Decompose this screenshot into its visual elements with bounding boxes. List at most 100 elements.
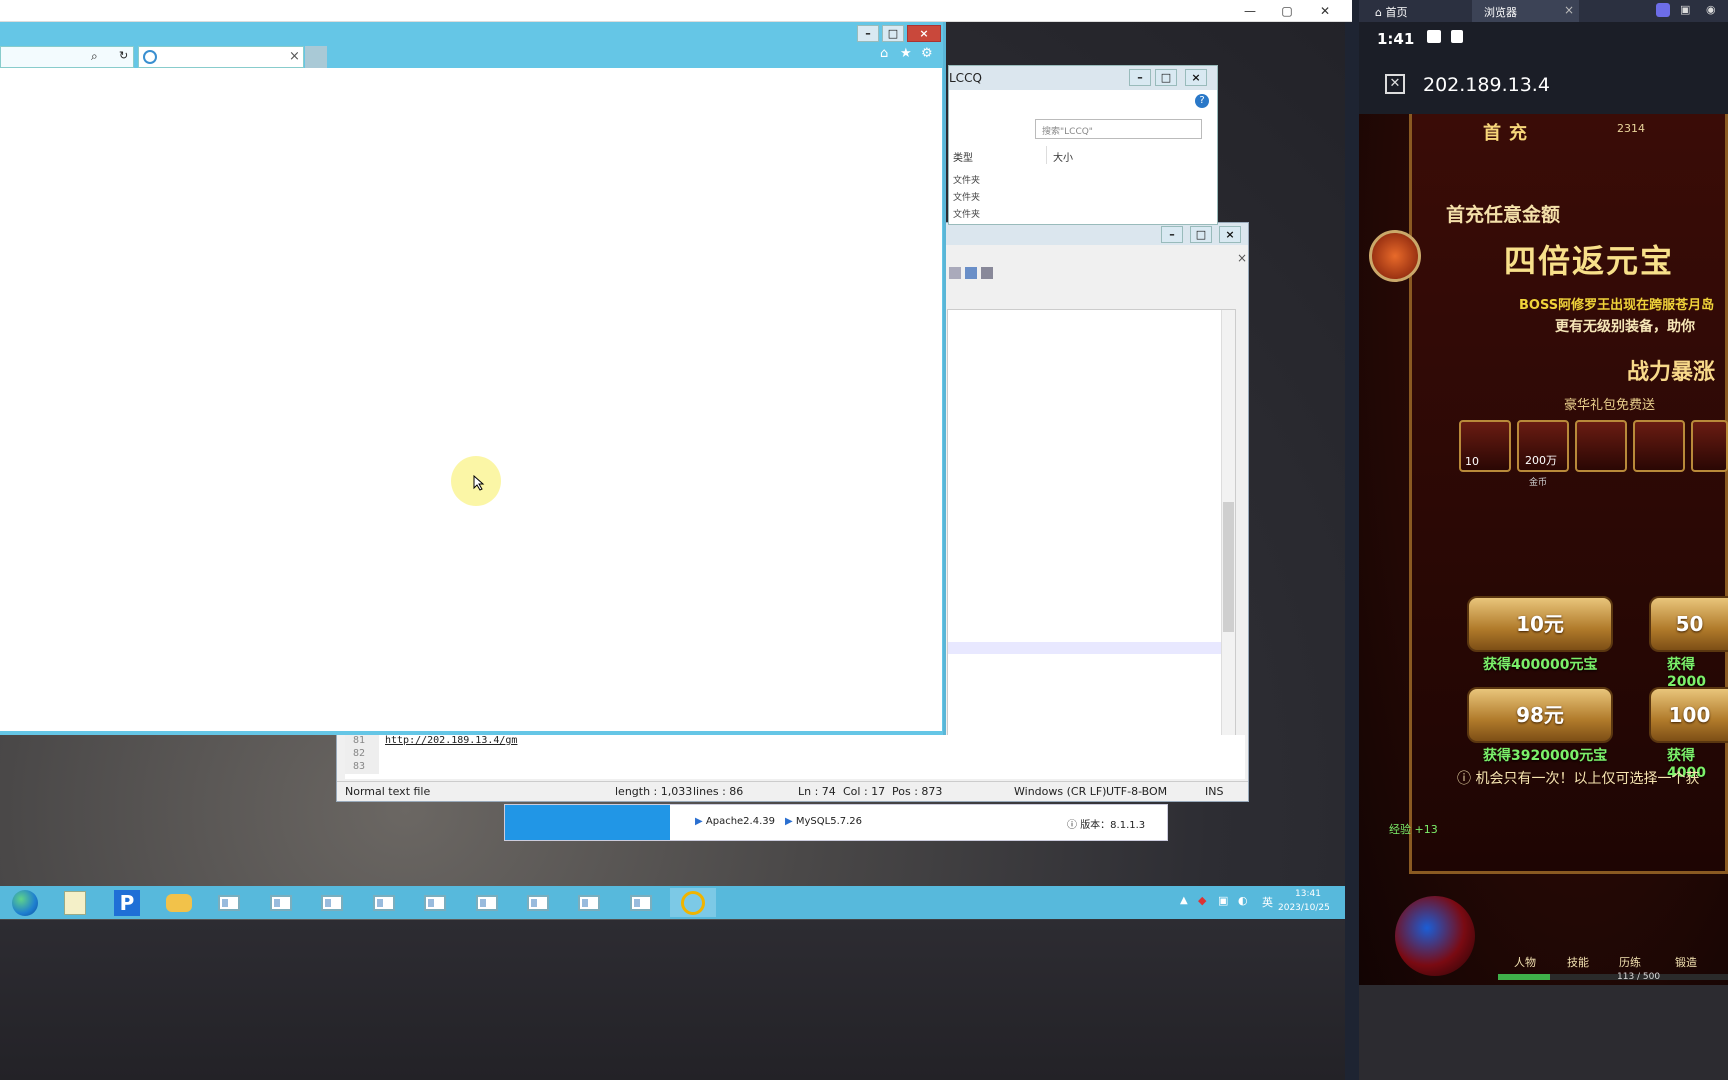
window-icon[interactable] <box>412 888 458 917</box>
gift-item[interactable]: 10 <box>1459 420 1511 472</box>
skill-character[interactable]: 人物 <box>1514 954 1536 970</box>
explorer-column-headers: 类型 大小 <box>949 146 1113 164</box>
editor-visible-lines: 81 http://202.189.13.4/gm 82 83 <box>345 735 1245 779</box>
ie-address-bar[interactable]: ⌕ ↻ <box>0 46 134 68</box>
ie-minimize-button[interactable]: – <box>857 25 879 42</box>
host-maximize-button[interactable]: ▢ <box>1274 2 1300 20</box>
list-item[interactable]: 文件夹 <box>953 173 980 190</box>
skill-skills[interactable]: 技能 <box>1567 954 1589 970</box>
host-minimize-button[interactable]: — <box>1237 2 1263 20</box>
editor-text-area[interactable] <box>947 309 1236 769</box>
ie-new-tab-button[interactable] <box>305 46 327 68</box>
explorer-close-button[interactable]: × <box>1185 69 1207 86</box>
avatar[interactable] <box>1369 230 1421 282</box>
toolbar-save-macro-icon[interactable] <box>981 267 993 279</box>
recharge-98-reward: 获得3920000元宝 <box>1483 748 1608 764</box>
ie-tab[interactable]: × <box>138 46 304 68</box>
tab-close-icon[interactable]: × <box>289 49 300 64</box>
recharge-100-button[interactable]: 100 <box>1649 687 1728 743</box>
window-icon[interactable] <box>566 888 612 917</box>
skill-training[interactable]: 历练 <box>1619 954 1641 970</box>
recharge-50-button[interactable]: 50 <box>1649 596 1728 652</box>
url-text[interactable]: 202.189.13.4 <box>1423 74 1550 96</box>
apache-service[interactable]: ▶ Apache2.4.39 <box>695 816 775 827</box>
column-size[interactable]: 大小 <box>1047 146 1113 164</box>
search-icon[interactable]: ⌕ <box>91 49 98 64</box>
tray-up-arrow-icon[interactable]: ▲ <box>1180 895 1188 906</box>
ie-page-content[interactable] <box>0 68 942 731</box>
list-item[interactable]: 文件夹 <box>953 190 980 207</box>
window-icon[interactable] <box>361 888 407 917</box>
gift-item-label: 金币 <box>1529 478 1548 488</box>
tab-close-icon[interactable]: × <box>1564 3 1574 17</box>
gift-item[interactable] <box>1691 420 1728 472</box>
gift-item[interactable]: 200万 <box>1517 420 1569 472</box>
gamepad-icon[interactable]: ▣ <box>1680 3 1690 16</box>
explorer-maximize-button[interactable]: □ <box>1155 69 1177 86</box>
host-close-button[interactable]: ✕ <box>1312 2 1338 20</box>
editor-minimize-button[interactable]: – <box>1161 226 1183 243</box>
window-icon[interactable] <box>206 888 252 917</box>
recharge-98-button[interactable]: 98元 <box>1467 687 1613 743</box>
help-icon[interactable]: ? <box>1195 94 1209 108</box>
window-icon[interactable] <box>515 888 561 917</box>
editor-close-button[interactable]: × <box>1219 226 1241 243</box>
exp-progress-text: 113 / 500 <box>1617 972 1661 982</box>
gift-items-row: 10 200万 <box>1459 420 1728 476</box>
list-item[interactable]: 文件夹 <box>953 207 980 224</box>
tab-browser[interactable]: 浏览器 × <box>1472 0 1579 22</box>
favorites-star-icon[interactable]: ★ <box>900 46 912 61</box>
status-eol: Windows (CR LF) <box>1014 785 1107 798</box>
tray-network-icon[interactable]: ▣ <box>1218 894 1228 907</box>
tray-volume-icon[interactable]: ◐ <box>1238 894 1248 907</box>
skill-forge[interactable]: 锻造 <box>1675 954 1697 970</box>
tray-security-icon[interactable]: ◆ <box>1198 894 1206 907</box>
status-ln: Ln : 74 <box>798 785 836 798</box>
window-icon[interactable] <box>464 888 510 917</box>
toolbar-playmulti-icon[interactable] <box>965 267 977 279</box>
editor-toolbar <box>949 267 1009 283</box>
ime-indicator[interactable]: 英 <box>1262 894 1273 910</box>
refresh-icon[interactable]: ↻ <box>119 49 128 62</box>
editor-scrollbar[interactable] <box>1221 310 1235 768</box>
app-icon[interactable] <box>1656 3 1670 17</box>
window-icon[interactable] <box>309 888 355 917</box>
toolbar-play-icon[interactable] <box>949 267 961 279</box>
edge-icon[interactable] <box>2 888 48 917</box>
explorer-minimize-button[interactable]: – <box>1129 69 1151 86</box>
window-icon[interactable] <box>618 888 664 917</box>
tab-home[interactable]: ⌂ 首页 <box>1375 4 1407 20</box>
settings-gear-icon[interactable]: ⚙ <box>921 46 933 61</box>
status-pos: Pos : 873 <box>892 785 943 798</box>
exp-progress-bar <box>1498 974 1728 980</box>
clock-date[interactable]: 2023/10/25 <box>1278 903 1330 913</box>
editor-maximize-button[interactable]: □ <box>1190 226 1212 243</box>
ie-taskbar-icon[interactable] <box>670 888 716 917</box>
editor-tab-close-icon[interactable]: × <box>1237 251 1247 265</box>
ie-maximize-button[interactable]: □ <box>882 25 904 42</box>
home-icon[interactable]: ⌂ <box>880 46 888 61</box>
clock-time[interactable]: 13:41 <box>1295 889 1321 899</box>
explorer-search-input[interactable]: 搜索"LCCQ" <box>1035 119 1202 139</box>
account-icon[interactable]: ◉ <box>1706 3 1716 16</box>
p-app-icon[interactable]: P <box>104 888 150 917</box>
recharge-10-reward: 获得400000元宝 <box>1483 657 1598 673</box>
status-length: length : 1,033 <box>615 785 693 798</box>
folder-app-icon[interactable] <box>156 888 202 917</box>
column-type[interactable]: 类型 <box>949 146 1047 164</box>
header-count: 2314 <box>1617 122 1645 135</box>
gift-item[interactable] <box>1575 420 1627 472</box>
boss-notice: BOSS阿修罗王出现在跨服苍月岛 <box>1519 298 1715 313</box>
ie-close-button[interactable]: × <box>907 25 941 42</box>
recharge-10-button[interactable]: 10元 <box>1467 596 1613 652</box>
window-icon[interactable] <box>258 888 304 917</box>
mysql-service[interactable]: ▶ MySQL5.7.26 <box>785 816 862 827</box>
close-page-icon[interactable]: ✕ <box>1385 74 1405 94</box>
gm-link[interactable]: http://202.189.13.4/gm <box>379 735 517 748</box>
gift-item[interactable] <box>1633 420 1685 472</box>
phone-tab-strip: ⌂ 首页 浏览器 × ▣ ◉ <box>1359 0 1728 22</box>
promo-line1: 首充任意金额 <box>1446 204 1561 226</box>
editor-scroll-thumb[interactable] <box>1223 502 1234 632</box>
chart-app-icon[interactable] <box>52 888 98 917</box>
phone-url-bar[interactable]: ✕ 202.189.13.4 <box>1359 56 1728 114</box>
